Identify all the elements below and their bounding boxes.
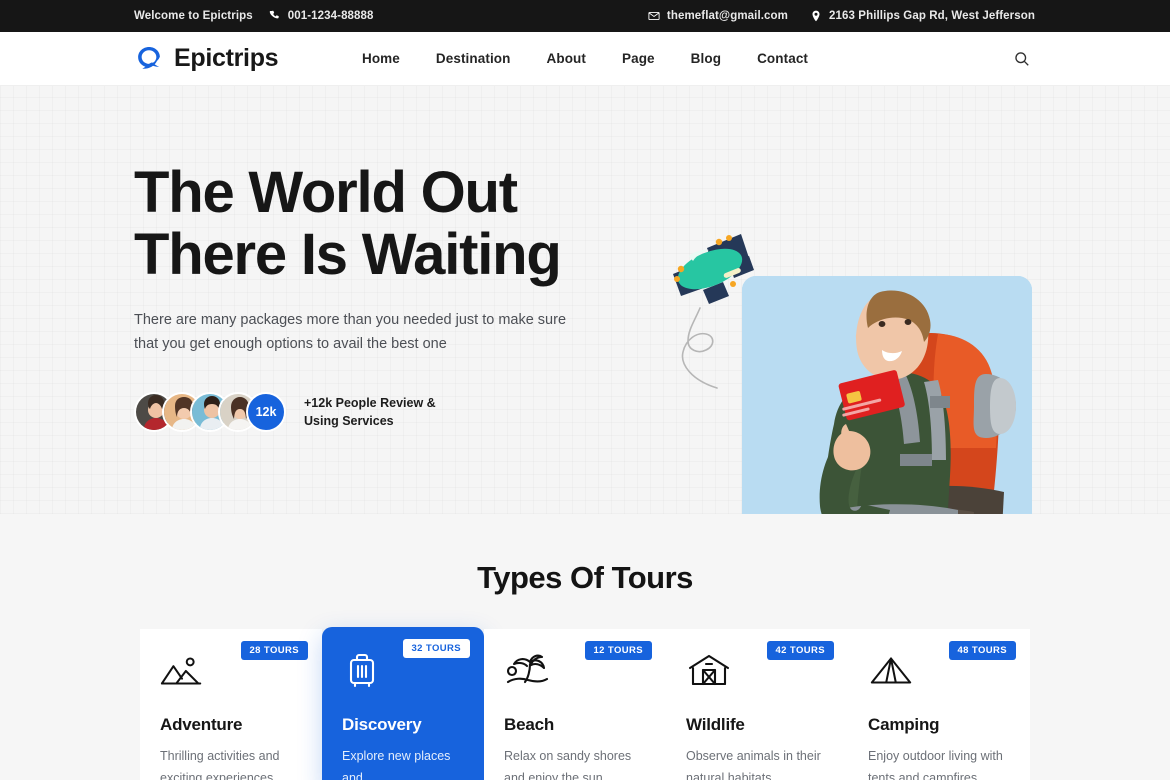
tour-card-desc-line-2: natural habitats, <box>686 771 775 780</box>
tour-card-desc-line-1: Explore new places and <box>342 749 451 780</box>
nav-item-about[interactable]: About <box>547 51 586 66</box>
welcome-message: Welcome to Epictrips <box>134 10 253 22</box>
tour-card-desc-line-1: Thrilling activities and <box>160 749 280 763</box>
social-proof-group: 12k +12k People Review & Using Services <box>134 392 694 432</box>
nav-item-home[interactable]: Home <box>362 51 400 66</box>
barn-icon <box>686 651 732 691</box>
review-count-badge: 12k <box>246 392 286 432</box>
tour-count-badge: 28 TOURS <box>240 641 308 660</box>
tent-icon <box>868 651 914 691</box>
page-root: Welcome to Epictrips 001-1234-88888 them… <box>0 0 1170 780</box>
phone-icon <box>269 10 281 22</box>
review-caption: +12k People Review & Using Services <box>304 394 436 430</box>
epictrips-logo-icon <box>134 44 164 74</box>
hero-copy: The World Out There Is Waiting There are… <box>134 162 694 432</box>
top-info-bar: Welcome to Epictrips 001-1234-88888 them… <box>0 0 1170 32</box>
hero-subtitle: There are many packages more than you ne… <box>134 312 567 352</box>
tour-card-desc-line-1: Observe animals in their <box>686 749 821 763</box>
tour-card-desc-line-1: Enjoy outdoor living with <box>868 749 1003 763</box>
search-icon <box>1014 51 1030 67</box>
tour-card-desc-line-1: Relax on sandy shores <box>504 749 632 763</box>
tour-card-title: Adventure <box>160 715 243 734</box>
mountains-icon <box>160 651 206 691</box>
hero-title-line-2: There Is Waiting <box>134 222 562 287</box>
topbar-right-group: themeflat@gmail.com 2163 Phillips Gap Rd… <box>648 10 1035 22</box>
welcome-text: Welcome to Epictrips <box>134 10 253 22</box>
suitcase-icon <box>342 651 388 691</box>
tour-card-description: Thrilling activities and exciting experi… <box>160 745 302 780</box>
types-of-tours-section: Types Of Tours 28 TOURS Adventure Thrill… <box>0 514 1170 780</box>
tour-count-badge: 32 TOURS <box>402 639 470 658</box>
tour-type-card-list: 28 TOURS Adventure Thrilling activities … <box>0 627 1170 780</box>
review-caption-line-1: +12k People Review & <box>304 396 436 410</box>
topbar-left-group: Welcome to Epictrips 001-1234-88888 <box>134 10 374 22</box>
tour-card-title: Wildlife <box>686 715 745 734</box>
main-navigation-bar: Epictrips Home Destination About Page Bl… <box>0 32 1170 86</box>
palm-tree-icon <box>504 651 550 691</box>
phone-number: 001-1234-88888 <box>287 10 374 22</box>
tour-card-description: Enjoy outdoor living with tents and camp… <box>868 745 1010 780</box>
nav-item-contact[interactable]: Contact <box>757 51 808 66</box>
tour-card-discovery[interactable]: 32 TOURS Discovery Explore new places an… <box>322 627 484 780</box>
tour-card-camping[interactable]: 48 TOURS Camping Enjoy outdoor living wi… <box>848 629 1030 780</box>
tour-card-description: Relax on sandy shores and enjoy the sun, <box>504 745 646 780</box>
nav-item-blog[interactable]: Blog <box>691 51 721 66</box>
tour-card-adventure[interactable]: 28 TOURS Adventure Thrilling activities … <box>140 629 322 780</box>
review-caption-line-2: Using Services <box>304 414 394 428</box>
tour-card-beach[interactable]: 12 TOURS Beach Relax on sandy shores and… <box>484 629 666 780</box>
address-text: 2163 Phillips Gap Rd, West Jefferson <box>829 10 1035 22</box>
tour-card-description: Explore new places and uncover hidden ge… <box>342 745 464 780</box>
hero-title-line-1: The World Out <box>134 160 518 225</box>
search-button[interactable] <box>1009 46 1035 72</box>
tour-count-badge: 42 TOURS <box>766 641 834 660</box>
tour-card-title: Camping <box>868 715 940 734</box>
nav-menu: Home Destination About Page Blog Contact <box>362 51 808 66</box>
phone-contact[interactable]: 001-1234-88888 <box>269 10 374 22</box>
nav-item-page[interactable]: Page <box>622 51 655 66</box>
hero-section: The World Out There Is Waiting There are… <box>0 86 1170 514</box>
envelope-icon <box>648 10 660 22</box>
tour-count-badge: 12 TOURS <box>584 641 652 660</box>
email-contact[interactable]: themeflat@gmail.com <box>648 10 788 22</box>
tour-card-desc-line-2: exciting experiences, <box>160 771 277 780</box>
section-title: Types Of Tours <box>477 560 693 595</box>
tour-card-title: Discovery <box>342 715 422 734</box>
hero-title: The World Out There Is Waiting <box>134 162 694 286</box>
address-info[interactable]: 2163 Phillips Gap Rd, West Jefferson <box>810 10 1035 22</box>
tour-count-badge: 48 TOURS <box>948 641 1016 660</box>
nav-item-destination[interactable]: Destination <box>436 51 511 66</box>
location-pin-icon <box>810 10 822 22</box>
tour-card-desc-line-2: and enjoy the sun, <box>504 771 607 780</box>
email-address: themeflat@gmail.com <box>666 10 789 22</box>
brand-name: Epictrips <box>174 44 279 72</box>
hero-photo <box>742 276 1032 514</box>
avatar-stack: 12k <box>134 392 286 432</box>
tour-card-wildlife[interactable]: 42 TOURS Wildlife Observe animals in the… <box>666 629 848 780</box>
tour-card-desc-line-2: tents and campfires, <box>868 771 981 780</box>
tour-card-description: Observe animals in their natural habitat… <box>686 745 828 780</box>
brand-logo[interactable]: Epictrips <box>134 44 279 74</box>
tour-card-title: Beach <box>504 715 555 734</box>
